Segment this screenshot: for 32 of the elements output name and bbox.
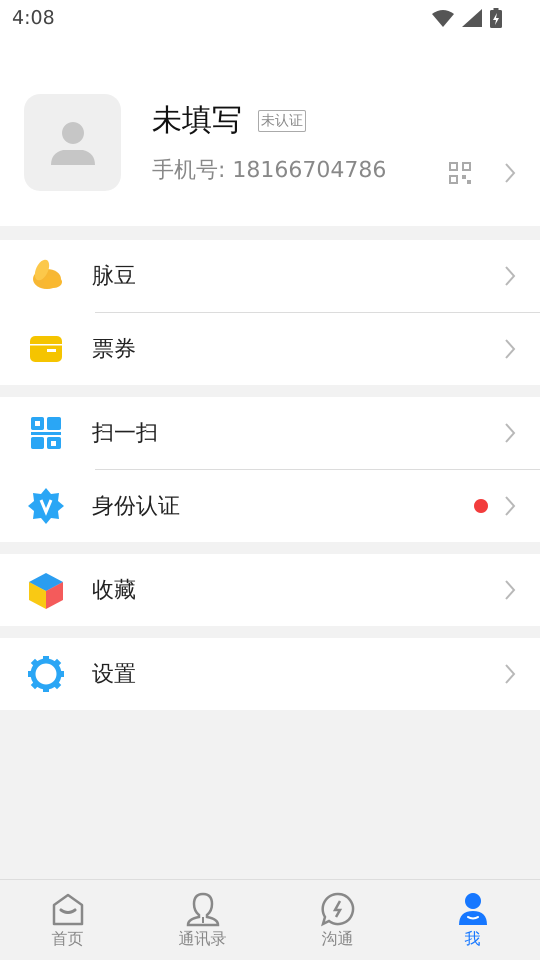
qr-code-icon[interactable] bbox=[449, 162, 471, 184]
menu-item[interactable]: 票券 bbox=[0, 313, 540, 385]
wifi-icon bbox=[432, 9, 454, 27]
chevron-icon bbox=[504, 338, 518, 360]
verify-badge: 未认证 bbox=[258, 110, 306, 132]
avatar[interactable] bbox=[24, 94, 121, 191]
contact-icon bbox=[184, 890, 220, 926]
menu-label: 扫一扫 bbox=[91, 420, 159, 448]
tab[interactable]: 我 bbox=[405, 880, 540, 960]
menu-label: 收藏 bbox=[91, 577, 137, 605]
phone-number: 手机号: 18166704786 bbox=[152, 157, 386, 185]
chevron-icon bbox=[504, 663, 518, 685]
chevron-icon bbox=[504, 422, 518, 444]
battery-icon bbox=[490, 8, 502, 28]
menu-item[interactable]: 扫一扫 bbox=[0, 397, 540, 469]
signal-icon bbox=[462, 9, 482, 27]
menu-item[interactable]: 脉豆 bbox=[0, 240, 540, 312]
chat-icon bbox=[320, 890, 356, 926]
status-time: 4:08 bbox=[12, 7, 55, 29]
menu-label: 脉豆 bbox=[91, 263, 137, 291]
user-name: 未填写 bbox=[152, 102, 242, 140]
chevron-icon bbox=[504, 265, 518, 287]
settings-icon bbox=[25, 653, 67, 695]
chevron-icon bbox=[504, 579, 518, 601]
menu-item[interactable]: 收藏 bbox=[0, 554, 540, 626]
menu-item[interactable]: 设置 bbox=[0, 638, 540, 710]
chevron-icon bbox=[504, 162, 518, 184]
menu-label: 设置 bbox=[91, 661, 137, 689]
menu-label: 身份认证 bbox=[91, 493, 181, 521]
menu-item[interactable]: 身份认证 bbox=[0, 470, 540, 542]
chevron-icon bbox=[504, 495, 518, 517]
menu-label: 票券 bbox=[91, 336, 137, 364]
